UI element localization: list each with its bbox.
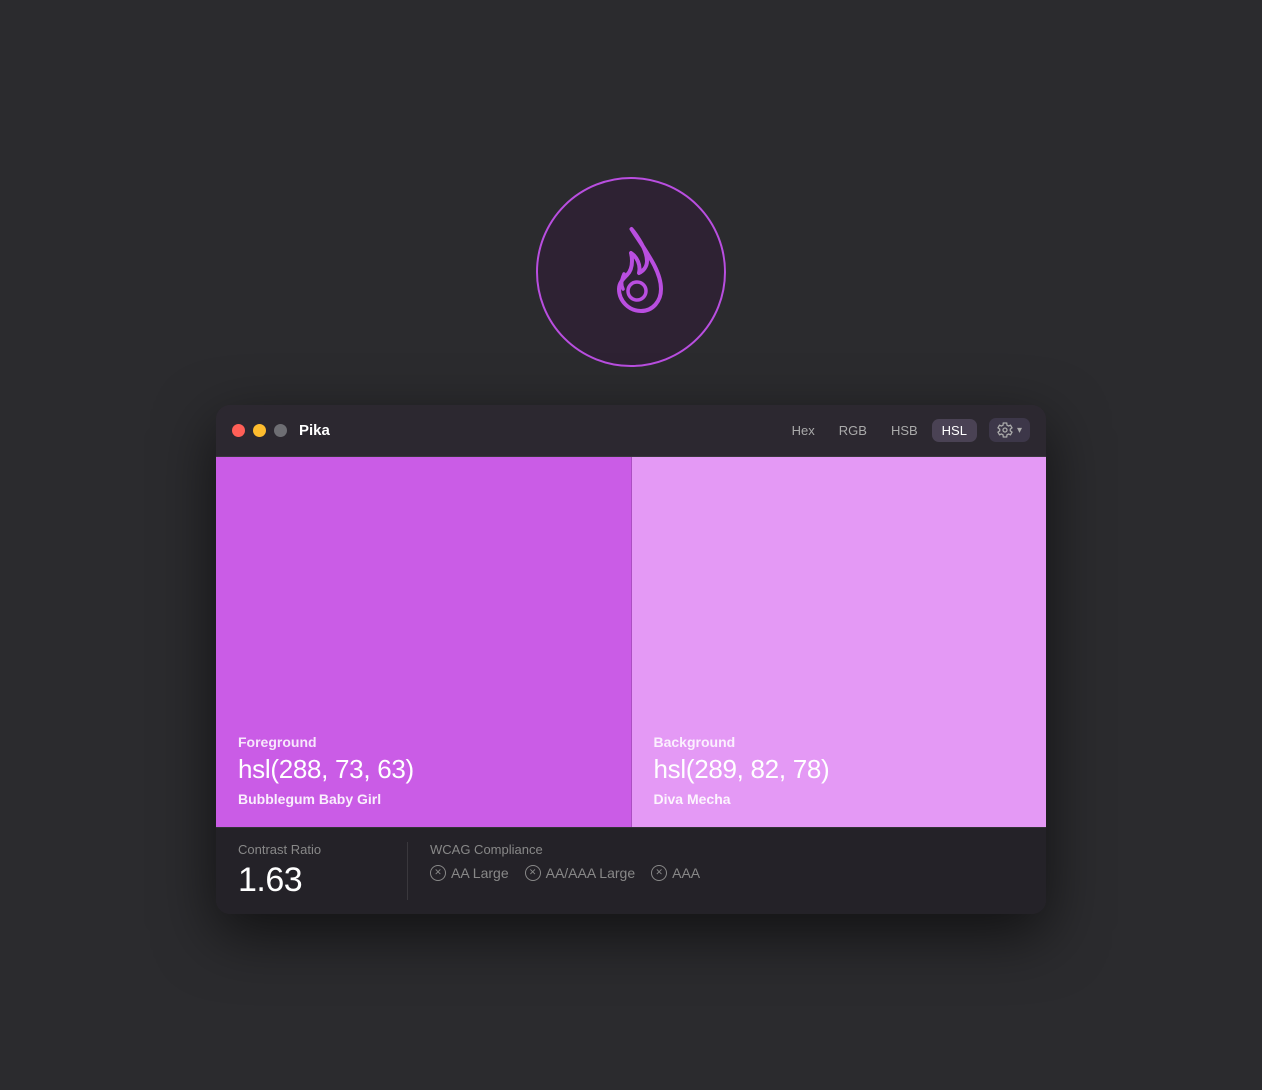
app-icon bbox=[536, 177, 726, 367]
minimize-button[interactable] bbox=[253, 424, 266, 437]
wcag-badge-aaa: ✕ AAA bbox=[651, 865, 700, 881]
wcag-section: WCAG Compliance ✕ AA Large ✕ AA/AAA Larg… bbox=[430, 842, 700, 881]
tab-rgb[interactable]: RGB bbox=[829, 419, 877, 442]
wcag-title: WCAG Compliance bbox=[430, 842, 700, 857]
foreground-name: Bubblegum Baby Girl bbox=[238, 791, 609, 807]
foreground-panel[interactable]: Foreground hsl(288, 73, 63) Bubblegum Ba… bbox=[216, 457, 632, 827]
badge-aa-aaa-large-label: AA/AAA Large bbox=[546, 865, 636, 881]
contrast-value: 1.63 bbox=[238, 861, 385, 900]
foreground-label: Foreground bbox=[238, 734, 609, 750]
bottom-bar: Contrast Ratio 1.63 WCAG Compliance ✕ AA… bbox=[216, 827, 1046, 914]
gear-icon bbox=[997, 422, 1013, 438]
window-title: Pika bbox=[299, 422, 330, 439]
background-name: Diva Mecha bbox=[654, 791, 1025, 807]
close-button[interactable] bbox=[232, 424, 245, 437]
flame-icon bbox=[579, 219, 684, 324]
wcag-badge-aa-large: ✕ AA Large bbox=[430, 865, 509, 881]
tab-hex[interactable]: Hex bbox=[782, 419, 825, 442]
maximize-button[interactable] bbox=[274, 424, 287, 437]
color-panels: Foreground hsl(288, 73, 63) Bubblegum Ba… bbox=[216, 457, 1046, 827]
wcag-badges: ✕ AA Large ✕ AA/AAA Large ✕ AAA bbox=[430, 865, 700, 881]
traffic-lights bbox=[232, 424, 287, 437]
settings-button[interactable]: ▾ bbox=[989, 418, 1030, 442]
format-tabs: Hex RGB HSB HSL ▾ bbox=[782, 418, 1030, 442]
badge-aaa-label: AAA bbox=[672, 865, 700, 881]
background-label: Background bbox=[654, 734, 1025, 750]
badge-aa-large-label: AA Large bbox=[451, 865, 509, 881]
background-value: hsl(289, 82, 78) bbox=[654, 754, 1025, 785]
tab-hsl[interactable]: HSL bbox=[932, 419, 977, 442]
contrast-label: Contrast Ratio bbox=[238, 842, 385, 857]
titlebar: Pika Hex RGB HSB HSL ▾ bbox=[216, 405, 1046, 457]
foreground-value: hsl(288, 73, 63) bbox=[238, 754, 609, 785]
contrast-section: Contrast Ratio 1.63 bbox=[238, 842, 408, 900]
wcag-badge-aa-aaa-large: ✕ AA/AAA Large bbox=[525, 865, 636, 881]
fail-icon-aaa: ✕ bbox=[651, 865, 667, 881]
fail-icon-aa-aaa-large: ✕ bbox=[525, 865, 541, 881]
app-window: Pika Hex RGB HSB HSL ▾ Foreground hsl(28… bbox=[216, 405, 1046, 914]
background-panel[interactable]: Background hsl(289, 82, 78) Diva Mecha bbox=[632, 457, 1047, 827]
tab-hsb[interactable]: HSB bbox=[881, 419, 928, 442]
chevron-down-icon: ▾ bbox=[1017, 425, 1022, 436]
fail-icon-aa-large: ✕ bbox=[430, 865, 446, 881]
